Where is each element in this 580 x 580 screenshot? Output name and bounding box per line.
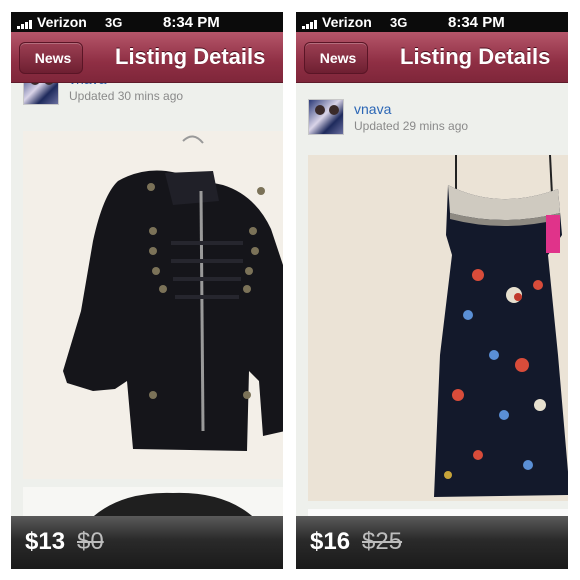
seller-username[interactable]: vnava xyxy=(354,101,391,117)
price-bar: $16 $25 xyxy=(296,516,568,569)
listing-photo[interactable] xyxy=(308,155,568,501)
back-button-label: News xyxy=(34,50,72,66)
phone-screen-right: Verizon 3G 8:34 PM News Listing Details … xyxy=(296,12,568,569)
carrier-label: Verizon xyxy=(322,14,372,30)
sale-price: $13 xyxy=(25,528,66,555)
seller-username[interactable]: vnava xyxy=(69,83,106,87)
clock: 8:34 PM xyxy=(163,14,220,31)
original-price: $25 xyxy=(362,528,403,555)
status-bar: Verizon 3G 8:34 PM xyxy=(11,12,283,32)
avatar[interactable] xyxy=(308,99,344,135)
status-bar: Verizon 3G 8:34 PM xyxy=(296,12,568,32)
avatar[interactable] xyxy=(23,83,59,105)
updated-time: Updated 30 mins ago xyxy=(69,89,184,103)
page-title: Listing Details xyxy=(400,44,551,69)
price-bar: $13 $0 xyxy=(11,516,283,569)
listing-photo[interactable] xyxy=(23,131,283,479)
signal-icon xyxy=(302,19,318,29)
network-label: 3G xyxy=(105,15,123,30)
jacket-image xyxy=(23,131,283,479)
back-button-label: News xyxy=(319,50,357,66)
updated-time: Updated 29 mins ago xyxy=(354,119,469,133)
phone-screen-left: Verizon 3G 8:34 PM News Listing Details … xyxy=(11,12,283,569)
signal-icon xyxy=(17,19,33,29)
sale-price: $16 xyxy=(310,528,351,555)
back-button[interactable]: News xyxy=(19,42,83,74)
seller-row[interactable]: vnava Updated 30 mins ago xyxy=(23,83,273,105)
back-button[interactable]: News xyxy=(304,42,368,74)
clock: 8:34 PM xyxy=(448,14,505,31)
listing-content: vnava Updated 30 mins ago xyxy=(11,83,283,569)
dress-image xyxy=(308,155,568,501)
page-title: Listing Details xyxy=(115,44,266,69)
seller-row[interactable]: vnava Updated 29 mins ago xyxy=(308,99,558,135)
carrier-label: Verizon xyxy=(37,14,87,30)
network-label: 3G xyxy=(390,15,408,30)
nav-bar: News Listing Details xyxy=(296,32,568,83)
original-price: $0 xyxy=(77,528,104,555)
listing-content: vnava Updated 29 mins ago xyxy=(296,83,568,569)
nav-bar: News Listing Details xyxy=(11,32,283,83)
